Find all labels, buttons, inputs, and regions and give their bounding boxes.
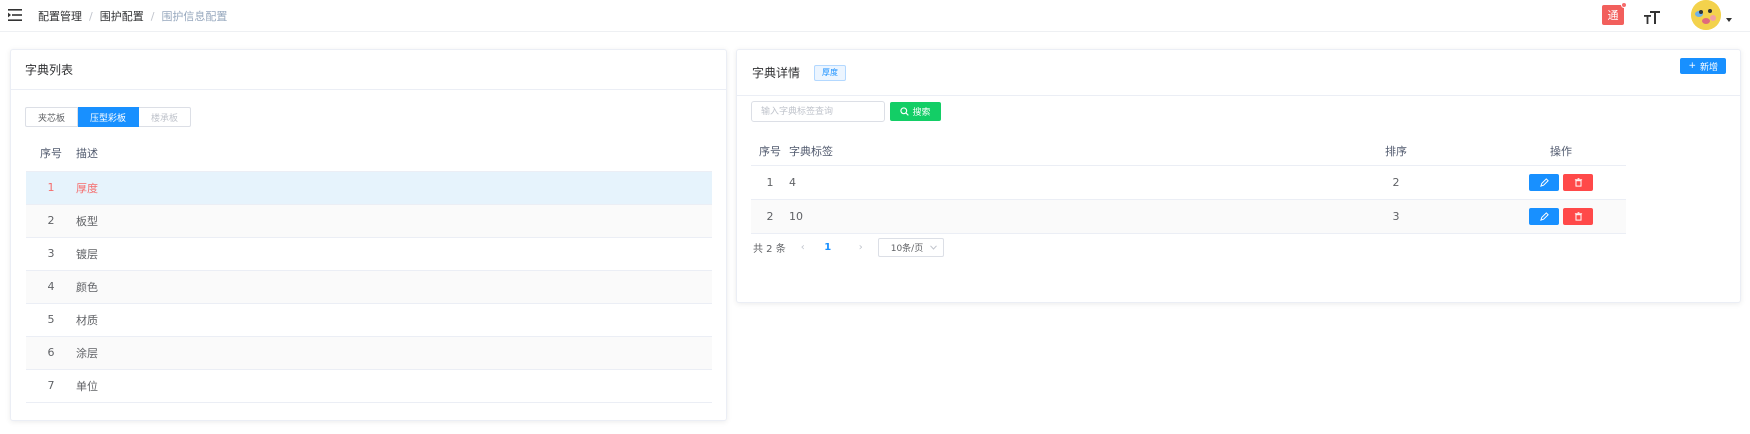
category-tabs: 夹芯板 压型彩板 楼承板 (25, 107, 192, 127)
avatar[interactable] (1691, 0, 1721, 30)
trash-icon (1574, 177, 1582, 187)
row-index: 6 (26, 336, 76, 370)
table-row[interactable]: 7 单位 (26, 369, 712, 403)
dictionary-detail-card: 字典详情 厚度 + 新增 搜索 序号 字典标签 排序 操作 1 4 2 (736, 49, 1741, 303)
add-button-label: 新增 (1699, 62, 1718, 73)
edit-icon (1539, 211, 1549, 221)
dictionary-list-card: 字典列表 夹芯板 压型彩板 楼承板 序号 描述 1 厚度 2 板型 3 镀层 4 颜色 … (10, 49, 727, 421)
row-index: 4 (26, 270, 76, 304)
row-desc: 颜色 (76, 270, 712, 304)
row-index: 5 (26, 303, 76, 337)
breadcrumb: 配置管理 / 围护配置 / 围护信息配置 (38, 8, 227, 24)
row-sort: 2 (1296, 165, 1496, 200)
chevron-down-icon (929, 245, 937, 250)
card-title: 字典列表 (11, 50, 726, 90)
table-row[interactable]: 4 颜色 (26, 270, 712, 304)
search-button-label: 搜索 (912, 108, 931, 118)
row-actions (1496, 199, 1626, 234)
edit-icon (1539, 177, 1549, 187)
table-header-row: 序号 字典标签 排序 操作 (751, 138, 1626, 166)
row-index: 1 (26, 171, 76, 205)
notification-label: 通 (1607, 9, 1619, 22)
top-navbar: 配置管理 / 围护配置 / 围护信息配置 通 (0, 0, 1750, 32)
page-number[interactable]: 1 (816, 242, 840, 253)
table-header-row: 序号 描述 (26, 135, 712, 172)
column-header: 操作 (1496, 138, 1626, 166)
row-index: 1 (751, 165, 789, 200)
row-index: 7 (26, 369, 76, 403)
column-header: 序号 (751, 138, 789, 166)
table-row: 1 4 2 (751, 165, 1626, 200)
delete-button[interactable] (1563, 173, 1593, 191)
row-label: 10 (789, 199, 1296, 234)
table-row[interactable]: 6 涂层 (26, 336, 712, 370)
pagination: 共 2 条 ‹ 1 › 10条/页 (753, 238, 944, 257)
edit-button[interactable] (1529, 207, 1559, 225)
search-input[interactable] (751, 101, 885, 122)
tab-floor-deck[interactable]: 楼承板 (139, 107, 192, 127)
table-row[interactable]: 1 厚度 (26, 171, 712, 205)
breadcrumb-item[interactable]: 配置管理 (38, 8, 82, 24)
search-button[interactable]: 搜索 (890, 102, 941, 121)
row-desc: 镀层 (76, 237, 712, 271)
trash-icon (1574, 211, 1582, 221)
column-header: 字典标签 (789, 138, 1296, 166)
column-header: 描述 (76, 135, 712, 172)
row-actions (1496, 165, 1626, 200)
notification-button[interactable]: 通 (1602, 2, 1627, 25)
notification-dot (1621, 2, 1627, 8)
table-row[interactable]: 3 镀层 (26, 237, 712, 271)
edit-button[interactable] (1529, 173, 1559, 191)
row-desc: 板型 (76, 204, 712, 238)
tab-profiled-color-plate[interactable]: 压型彩板 (78, 107, 140, 127)
selected-dictionary-tag: 厚度 (814, 64, 847, 81)
page-size-select[interactable]: 10条/页 (877, 238, 944, 257)
font-size-icon[interactable] (1643, 6, 1661, 24)
add-button[interactable]: + 新增 (1680, 58, 1726, 74)
row-index: 3 (26, 237, 76, 271)
card-header: 字典详情 厚度 (737, 50, 1740, 96)
row-index: 2 (26, 204, 76, 238)
row-sort: 3 (1296, 199, 1496, 234)
row-desc: 厚度 (76, 171, 712, 205)
row-label: 4 (789, 165, 1296, 200)
column-header: 序号 (26, 135, 76, 172)
column-header: 排序 (1296, 138, 1496, 166)
breadcrumb-current: 围护信息配置 (161, 10, 228, 23)
avatar-image (1691, 0, 1721, 30)
row-desc: 涂层 (76, 336, 712, 370)
breadcrumb-separator: / (150, 9, 155, 23)
row-index: 2 (751, 199, 789, 234)
table-row: 2 10 3 (751, 199, 1626, 234)
hamburger-icon[interactable] (8, 9, 22, 21)
row-desc: 材质 (76, 303, 712, 337)
text-size-icon (1644, 11, 1660, 24)
row-desc: 单位 (76, 369, 712, 403)
prev-page-icon[interactable]: ‹ (794, 242, 812, 253)
detail-table: 序号 字典标签 排序 操作 1 4 2 2 10 3 (751, 138, 1626, 234)
plus-icon: + (1688, 61, 1696, 71)
tab-sandwich-panel[interactable]: 夹芯板 (25, 107, 79, 127)
breadcrumb-separator: / (89, 9, 93, 23)
card-title: 字典详情 (752, 66, 801, 80)
next-page-icon[interactable]: › (852, 242, 870, 253)
table-row[interactable]: 2 板型 (26, 204, 712, 238)
dictionary-table: 序号 描述 1 厚度 2 板型 3 镀层 4 颜色 5 材质 6 涂层 7 单位 (26, 135, 712, 403)
pagination-total: 共 2 条 (753, 244, 786, 255)
table-row[interactable]: 5 材质 (26, 303, 712, 337)
search-icon (900, 107, 910, 116)
caret-down-icon[interactable] (1726, 18, 1732, 22)
page-size-value: 10条/页 (890, 244, 924, 254)
breadcrumb-item[interactable]: 围护配置 (100, 8, 144, 24)
delete-button[interactable] (1563, 207, 1593, 225)
